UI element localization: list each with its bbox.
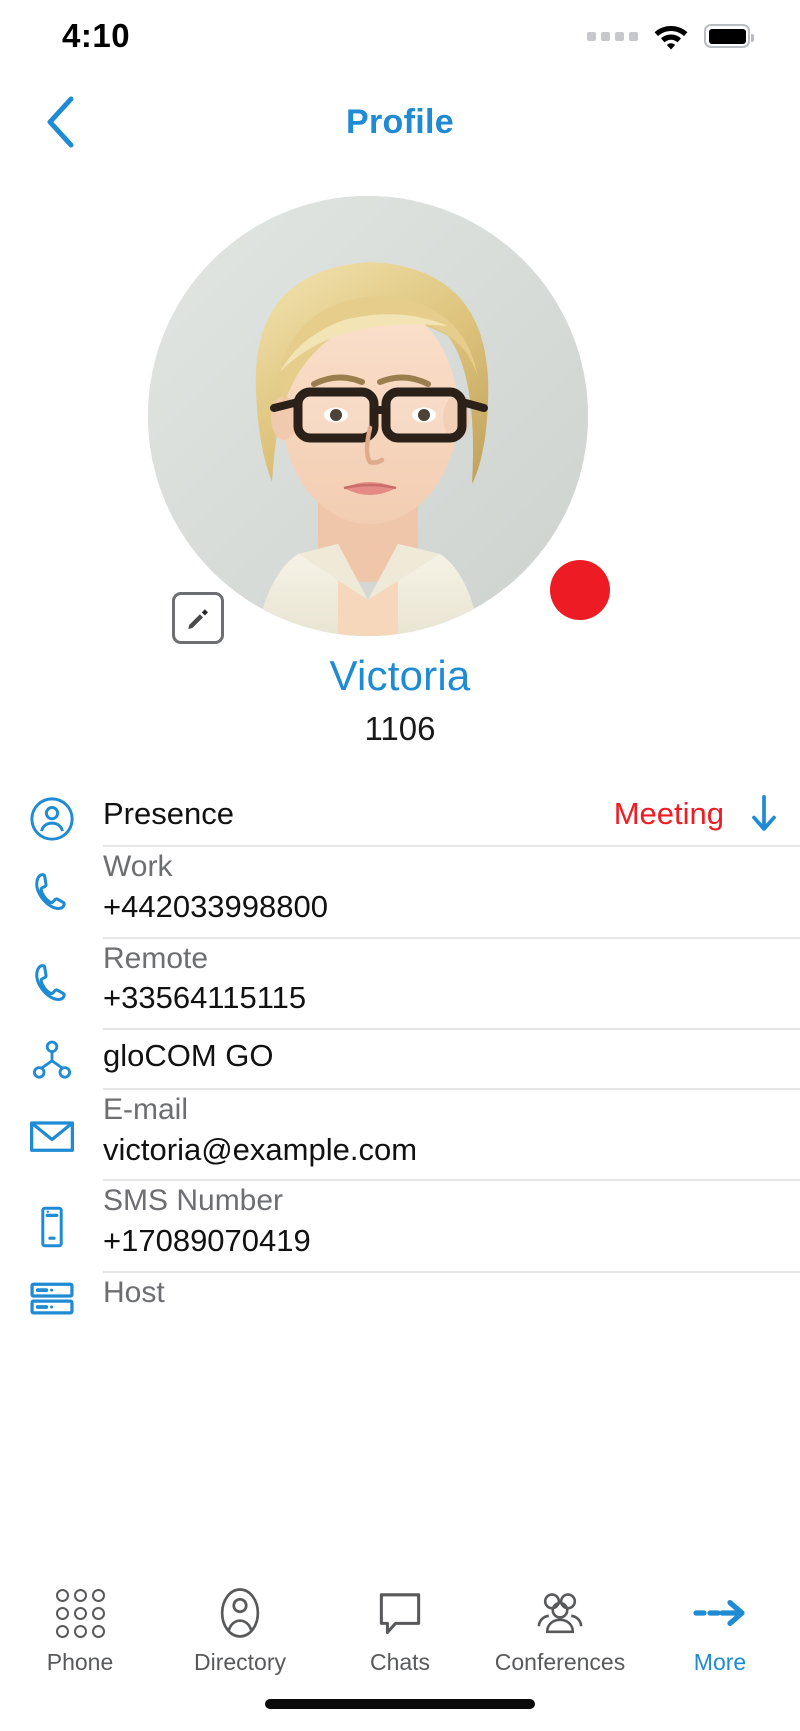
tab-more-label: More xyxy=(693,1649,747,1675)
info-row-host[interactable]: Host xyxy=(0,1273,800,1325)
presence-person-icon xyxy=(0,790,103,847)
tab-more[interactable]: More xyxy=(640,1585,800,1676)
profile-name: Victoria xyxy=(329,652,471,699)
contact-info-list: Presence Meeting Work +442033998800 Remo… xyxy=(0,790,800,1325)
avatar[interactable] xyxy=(148,196,588,636)
tab-chats[interactable]: Chats xyxy=(320,1585,480,1676)
tab-directory-label: Directory xyxy=(193,1649,286,1675)
nav-bar: Profile xyxy=(0,82,800,162)
avatar-photo xyxy=(148,196,588,636)
signal-dots-icon xyxy=(587,31,638,41)
status-bar: 4:10 xyxy=(0,0,800,72)
presence-value: Meeting xyxy=(613,796,724,831)
host-label: Host xyxy=(103,1275,165,1309)
dialpad-icon xyxy=(55,1585,105,1641)
wifi-icon xyxy=(654,26,688,50)
profile-extension: 1106 xyxy=(364,710,436,747)
glocom-go-value: gloCOM GO xyxy=(103,1038,274,1073)
info-row-email[interactable]: E-mail victoria@example.com xyxy=(0,1090,800,1182)
sms-label: SMS Number xyxy=(103,1184,284,1218)
email-value: victoria@example.com xyxy=(103,1131,418,1167)
info-row-sms[interactable]: SMS Number +17089070419 xyxy=(0,1181,800,1273)
status-indicators xyxy=(587,22,754,50)
mobile-phone-icon xyxy=(0,1181,103,1273)
person-oval-icon xyxy=(215,1585,265,1641)
pencil-edit-icon xyxy=(188,609,208,629)
sms-value: +17089070419 xyxy=(103,1223,311,1258)
phone-handset-icon xyxy=(0,939,103,1031)
info-row-glocom-go[interactable]: gloCOM GO xyxy=(0,1030,800,1090)
battery-full-icon xyxy=(704,24,754,48)
tab-chats-label: Chats xyxy=(369,1649,431,1675)
phone-handset-icon xyxy=(0,847,103,939)
status-badge xyxy=(550,560,610,620)
info-row-remote[interactable]: Remote +33564115115 xyxy=(0,939,800,1031)
arrow-down-icon[interactable] xyxy=(746,794,782,834)
info-row-work[interactable]: Work +442033998800 xyxy=(0,847,800,939)
envelope-icon xyxy=(0,1090,103,1182)
tab-phone-label: Phone xyxy=(46,1649,114,1675)
remote-value: +33564115115 xyxy=(103,980,307,1016)
tab-phone[interactable]: Phone xyxy=(0,1585,160,1676)
tab-directory[interactable]: Directory xyxy=(160,1585,320,1676)
network-nodes-icon xyxy=(0,1030,103,1090)
info-row-presence[interactable]: Presence Meeting xyxy=(0,790,800,847)
people-group-icon xyxy=(532,1585,588,1641)
server-rack-icon xyxy=(0,1273,103,1325)
dashed-arrow-right-icon xyxy=(692,1585,748,1641)
status-time: 4:10 xyxy=(62,17,131,54)
work-value: +442033998800 xyxy=(103,888,328,924)
tab-conferences[interactable]: Conferences xyxy=(480,1585,640,1676)
remote-label: Remote xyxy=(103,941,209,975)
home-indicator xyxy=(265,1699,535,1709)
email-label: E-mail xyxy=(103,1092,189,1126)
edit-avatar-button[interactable] xyxy=(172,592,224,644)
profile-screen: 4:10 Profile Victoria 1106 Presence Meet… xyxy=(0,0,800,1731)
chat-bubble-icon xyxy=(374,1585,426,1641)
tab-conferences-label: Conferences xyxy=(494,1649,626,1675)
presence-label: Presence xyxy=(103,796,234,831)
avatar-area xyxy=(148,196,610,644)
page-title: Profile xyxy=(346,102,454,141)
work-label: Work xyxy=(103,850,173,883)
